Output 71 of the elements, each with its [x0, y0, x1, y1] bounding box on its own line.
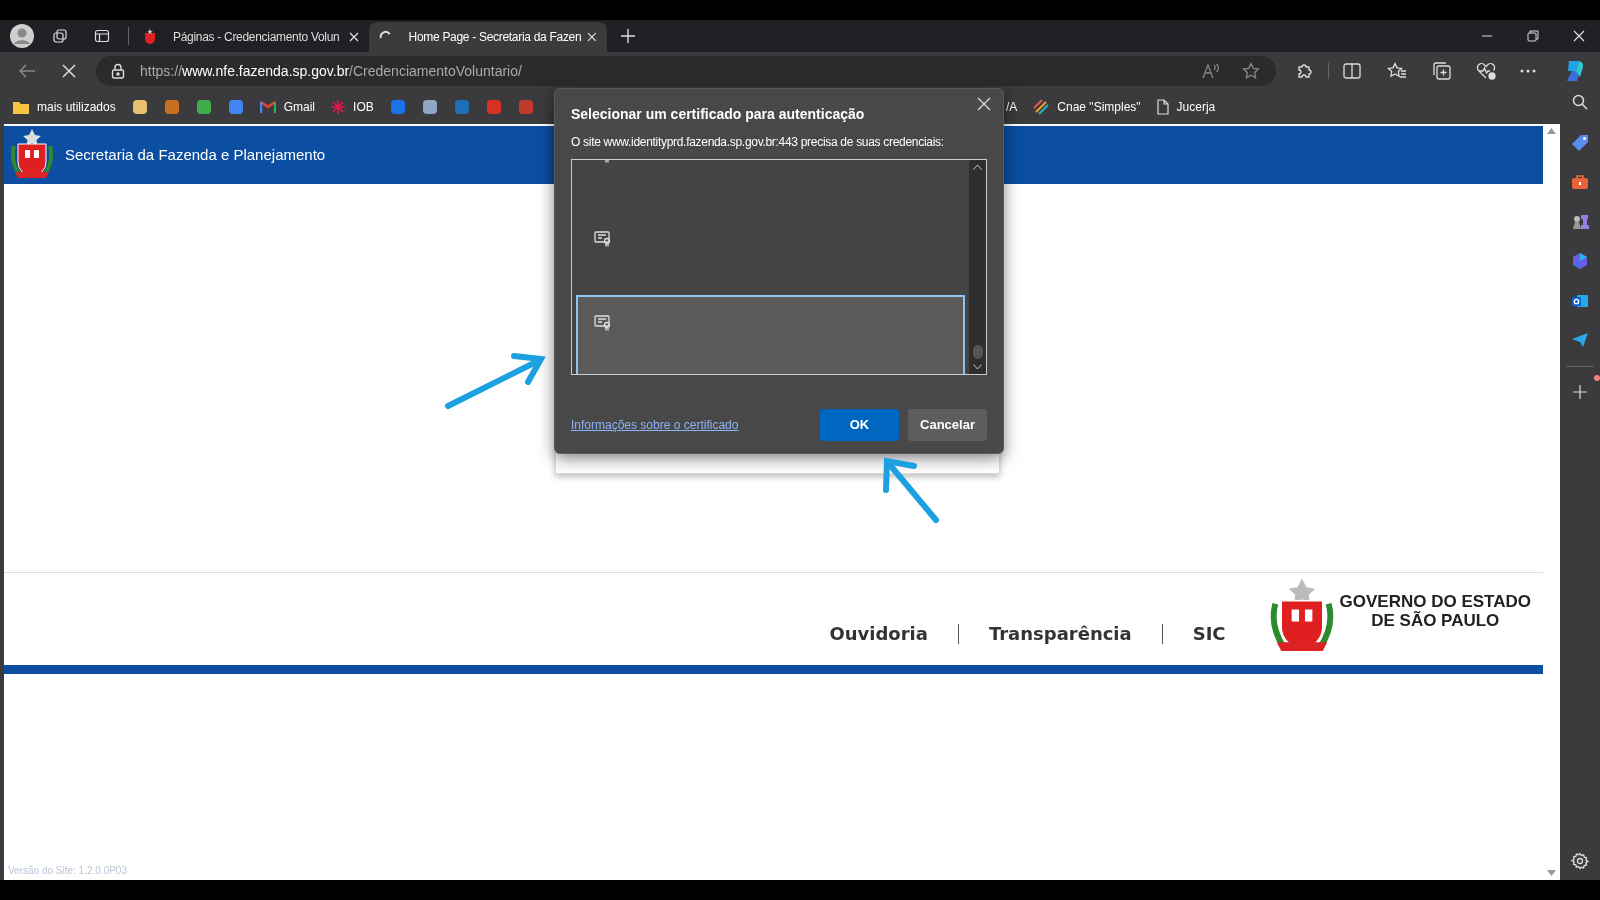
footer-link[interactable]: Transparência [988, 620, 1132, 647]
tab-title: Home Page - Secretaria da Fazen [408, 29, 582, 46]
tab-actions-icon[interactable] [94, 28, 110, 44]
bookmark-icon[interactable] [421, 99, 438, 115]
dialog-message: O site www.identityprd.fazenda.sp.gov.br:443 precisa de suas credenciais: [571, 134, 945, 151]
search-icon[interactable] [1572, 94, 1588, 110]
split-screen-icon[interactable] [1343, 63, 1361, 79]
chess-icon[interactable] [1571, 212, 1589, 230]
asterisk-icon [331, 100, 346, 114]
notification-dot-icon [1594, 375, 1600, 381]
dialog-title: Selecionar um certificado para autenticação [571, 105, 866, 124]
read-aloud-icon[interactable] [1202, 63, 1220, 79]
back-icon[interactable] [18, 63, 36, 79]
favorites-icon[interactable] [1387, 62, 1407, 80]
list-scrollbar[interactable] [969, 160, 986, 374]
scroll-up-icon[interactable] [973, 164, 982, 170]
bookmark-icon[interactable] [227, 99, 244, 115]
mail-icon [259, 101, 276, 113]
ok-button[interactable]: OK [820, 409, 899, 441]
bookmark-icon[interactable] [131, 99, 148, 115]
close-icon[interactable] [977, 97, 991, 111]
close-icon[interactable] [587, 32, 597, 42]
collections-icon[interactable] [1432, 62, 1452, 80]
folder-icon [13, 100, 29, 114]
tab-title: Páginas - Credenciamento Volun [173, 29, 341, 46]
footer-link[interactable]: SIC [1192, 620, 1226, 647]
close-icon[interactable] [349, 32, 359, 42]
extensions-icon[interactable] [1296, 62, 1314, 80]
browser-tab[interactable]: Home Page - Secretaria da Fazen [369, 22, 607, 52]
toolbox-icon[interactable] [1571, 174, 1589, 190]
heart-pulse-icon[interactable] [1476, 62, 1496, 80]
new-tab-icon[interactable] [621, 29, 635, 43]
bookmark[interactable]: Gmail [259, 98, 316, 116]
scroll-thumb[interactable] [972, 345, 983, 359]
government-name: GOVERNO DO ESTADO [1339, 592, 1531, 611]
profile-icon[interactable] [10, 24, 34, 48]
browser-tab[interactable]: Páginas - Credenciamento Volun [133, 22, 369, 52]
version-text: Versão do Site: 1.2.0.0P03 [8, 864, 127, 878]
url-text: https://www.nfe.fazenda.sp.gov.br/CredenciamentoVoluntario/ [140, 61, 522, 81]
add-icon[interactable] [1573, 385, 1587, 399]
more-icon[interactable] [1520, 69, 1536, 73]
favorite-star-icon[interactable] [1242, 62, 1260, 80]
outlook-icon[interactable] [1571, 292, 1589, 310]
certificate-icon [594, 315, 612, 331]
lock-icon[interactable] [111, 63, 125, 79]
restore-icon[interactable] [1527, 30, 1539, 42]
stripes-icon [1033, 99, 1050, 115]
address-bar[interactable]: https://www.nfe.fazenda.sp.gov.br/CredenciamentoVoluntario/ [96, 56, 1276, 86]
bookmark[interactable]: Cnae "Simples" [1033, 98, 1141, 116]
bookmark-icon[interactable] [195, 99, 212, 115]
send-icon[interactable] [1571, 332, 1589, 348]
footer-link[interactable]: Ouvidoria [829, 620, 928, 647]
tag-icon[interactable] [1571, 134, 1589, 152]
header-title: Secretaria da Fazenda e Planejamento [65, 144, 326, 165]
certificate-info-link[interactable]: Informações sobre o certificado [571, 416, 739, 434]
page-icon [1156, 99, 1169, 115]
workspaces-icon[interactable] [52, 28, 68, 44]
bookmark[interactable]: Jucerja [1156, 98, 1216, 116]
bookmark[interactable]: mais utilizados [13, 98, 116, 116]
bookmark[interactable]: IOB [331, 98, 374, 116]
cancel-button[interactable]: Cancelar [908, 409, 987, 441]
bookmark-icon[interactable] [163, 99, 180, 115]
bookmark[interactable]: /A [1006, 98, 1018, 116]
close-icon[interactable] [1573, 30, 1585, 42]
settings-icon[interactable] [1571, 852, 1589, 870]
certificate-icon [594, 231, 612, 247]
certificate-item[interactable] [576, 295, 965, 374]
government-name: DE SÃO PAULO [1371, 611, 1500, 630]
scroll-down-icon[interactable] [973, 364, 982, 370]
stop-icon[interactable] [62, 64, 76, 78]
copilot-icon[interactable] [1571, 252, 1589, 270]
